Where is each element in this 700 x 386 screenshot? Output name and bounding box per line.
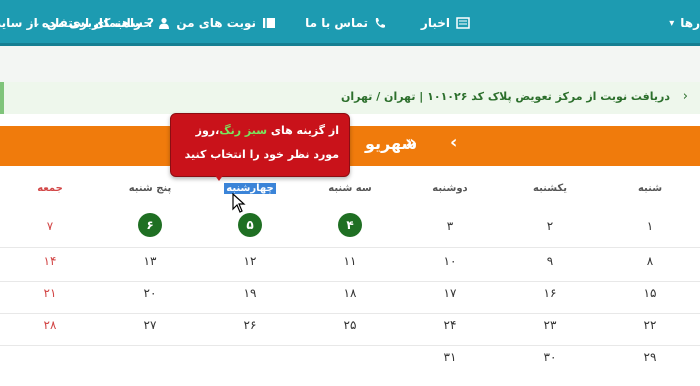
calendar-day: ۱۹ <box>243 286 257 300</box>
calendar-day: ۲۷ <box>143 318 157 332</box>
chevron-down-icon: ⌄ <box>32 17 41 29</box>
user-icon <box>159 17 169 29</box>
chevron-down-icon: ▾ <box>669 17 675 29</box>
calendar-day: ۱۵ <box>643 286 657 300</box>
chevron-left-icon: ‹ <box>682 89 688 104</box>
available-day[interactable]: ۵ <box>200 213 300 237</box>
weekday-header: چهارشنبه <box>224 183 276 194</box>
row-divider <box>0 281 700 282</box>
calendar-day: ۹ <box>546 254 554 268</box>
calendar-day: ۱۷ <box>443 286 457 300</box>
content-spacer <box>0 46 700 82</box>
nav-partial-label: رها <box>680 16 700 30</box>
calendar-day: ۳ <box>446 219 454 233</box>
calendar-day: ۲۰ <box>143 286 157 300</box>
nav-partial-menu[interactable]: رها ▾ <box>669 0 700 46</box>
row-divider <box>0 313 700 314</box>
row-divider <box>0 345 700 346</box>
breadcrumb: ‹ دریافت نوبت از مرکز تعویض پلاک کد ۱۰۱۰… <box>0 82 700 114</box>
nav-contact-label: تماس با ما <box>305 16 368 30</box>
calendar-day: ۱۲ <box>243 254 257 268</box>
calendar-day: ۲ <box>546 219 554 233</box>
calendar-day: ۱۸ <box>343 286 357 300</box>
tooltip-line-2: مورد نظر خود را انتخاب کنید <box>184 148 339 161</box>
next-month-button[interactable]: ‹ <box>450 132 457 153</box>
row-divider <box>0 247 700 248</box>
calendar-day: ۲۲ <box>643 318 657 332</box>
nav-appointments-label: نوبت های من <box>176 16 256 30</box>
tooltip-green-text: سبز رنگ <box>219 124 268 137</box>
weekday-header: پنج شنبه <box>128 183 172 194</box>
phone-icon <box>375 18 385 28</box>
calendar-day: ۱ <box>646 219 654 233</box>
ticket-icon <box>263 18 275 28</box>
calendar-day: ۸ <box>646 254 654 268</box>
nav-appointments-link[interactable]: نوبت های من <box>176 0 276 46</box>
weekday-header: سه شنبه <box>328 183 372 194</box>
calendar-day: ۲۶ <box>243 318 257 332</box>
calendar-day: ۲۵ <box>343 318 357 332</box>
calendar-day: ۱۰ <box>443 254 457 268</box>
weekday-header: جمعه <box>37 183 63 194</box>
instruction-tooltip: از گزینه های سبز رنگ،روز مورد نظر خود را… <box>170 113 350 177</box>
calendar-day: ۳۱ <box>443 350 457 364</box>
calendar-day: ۱۴ <box>43 254 57 268</box>
calendar-day: ۲۱ <box>43 286 57 300</box>
weekday-header: دوشنبه <box>432 183 468 194</box>
month-header-bar <box>0 126 700 166</box>
breadcrumb-text: دریافت نوبت از مرکز تعویض پلاک کد ۱۰۱۰۲۶… <box>340 90 670 103</box>
calendar-day: ۳۰ <box>543 350 557 364</box>
available-day[interactable]: ۴ <box>300 213 400 237</box>
top-navigation-bar: ? راهنمای استفاده از سایت اخبار تماس با … <box>0 0 700 46</box>
calendar-day: ۷ <box>46 219 54 233</box>
weekday-header: شنبه <box>637 183 663 194</box>
nav-news-link[interactable]: اخبار <box>421 0 470 46</box>
calendar-day: ۲۹ <box>643 350 657 364</box>
calendar-day: ۱۱ <box>343 254 357 268</box>
available-day[interactable]: ۶ <box>100 213 200 237</box>
newspaper-icon <box>456 17 470 29</box>
calendar-day: ۲۳ <box>543 318 557 332</box>
calendar-day: ۱۳ <box>143 254 157 268</box>
calendar-day: ۱۶ <box>543 286 557 300</box>
weekday-header: یکشنبه <box>533 183 567 194</box>
tooltip-line-1: از گزینه های سبز رنگ،روز <box>195 124 339 137</box>
calendar-day: ۲۸ <box>43 318 57 332</box>
mouse-cursor-icon <box>232 193 246 213</box>
nav-account-dropdown[interactable]: حساب کاربری من ⌄ <box>32 0 170 46</box>
tooltip-arrow <box>214 174 224 181</box>
month-title: شهریو <box>365 134 418 153</box>
nav-contact-link[interactable]: تماس با ما <box>305 0 386 46</box>
calendar-day: ۲۴ <box>443 318 457 332</box>
nav-news-label: اخبار <box>420 16 450 30</box>
nav-account-label: حساب کاربری من <box>46 16 152 30</box>
